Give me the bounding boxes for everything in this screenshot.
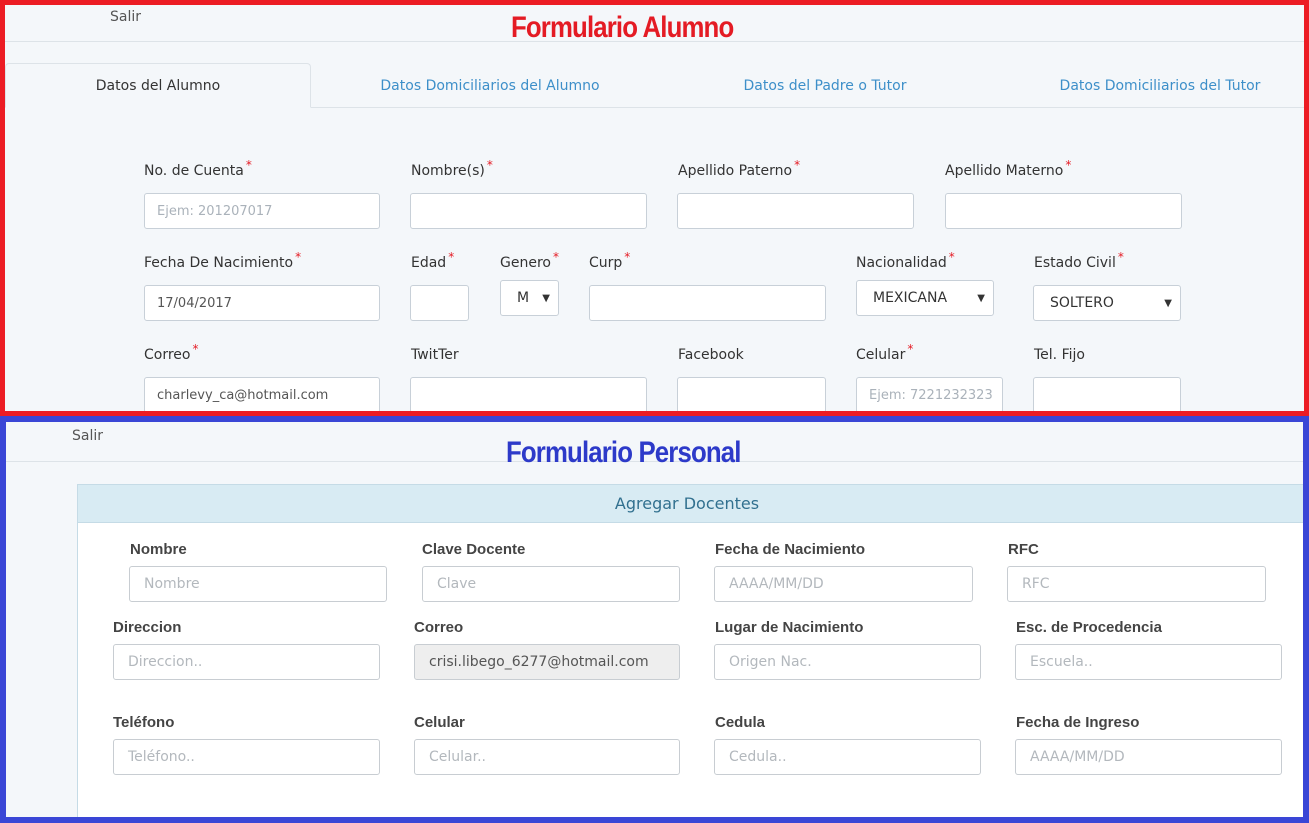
clave-label: Clave Docente [422, 541, 526, 558]
card-title: Agregar Docentes [78, 485, 1303, 523]
paterno-input[interactable] [677, 193, 914, 229]
correo-input[interactable]: crisi.libego_6277@hotmail.com [414, 644, 680, 680]
tab-domicilio-alumno[interactable]: Datos Domiciliarios del Alumno [325, 63, 655, 108]
fecha-nac-input[interactable]: AAAA/MM/DD [714, 566, 973, 602]
add-teacher-card: Agregar Docentes Nombre Nombre Clave Doc… [77, 484, 1303, 817]
alumno-form-panel: Salir Formulario Alumno Datos del Alumno… [0, 0, 1309, 416]
nombre-input[interactable] [410, 193, 647, 229]
celular-input[interactable]: Ejem: 7221232323 [856, 377, 1003, 411]
clave-input[interactable]: Clave [422, 566, 680, 602]
direccion-input[interactable]: Direccion.. [113, 644, 380, 680]
civil-select[interactable]: SOLTERO ▼ [1033, 285, 1181, 321]
ingreso-input[interactable]: AAAA/MM/DD [1015, 739, 1282, 775]
chevron-down-icon: ▼ [977, 293, 985, 304]
chevron-down-icon: ▼ [1164, 298, 1172, 309]
edad-label: Edad * [411, 250, 455, 271]
rfc-label: RFC [1008, 541, 1039, 558]
genero-label: Genero * [500, 250, 559, 271]
tab-datos-alumno[interactable]: Datos del Alumno [5, 63, 311, 108]
fijo-input[interactable] [1033, 377, 1181, 411]
tab-bar: Datos del Alumno Datos Domiciliarios del… [5, 63, 1304, 109]
personal-form-panel: Salir Formulario Personal Agregar Docent… [0, 416, 1309, 823]
cedula-label: Cedula [715, 714, 766, 731]
facebook-label: Facebook [678, 347, 744, 363]
tab-padre-tutor[interactable]: Datos del Padre o Tutor [705, 63, 945, 108]
tab-domicilio-tutor[interactable]: Datos Domiciliarios del Tutor [1035, 63, 1285, 108]
fecha-label: Fecha De Nacimiento * [144, 250, 302, 271]
twitter-label: TwitTer [411, 347, 459, 363]
cuenta-label: No. de Cuenta * [144, 158, 252, 179]
facebook-input[interactable] [677, 377, 826, 411]
panel-title: Formulario Alumno [511, 11, 734, 44]
nombre-label: Nombre [130, 541, 187, 558]
materno-input[interactable] [945, 193, 1182, 229]
celular-label: Celular * [856, 342, 914, 363]
correo-input[interactable]: charlevy_ca@hotmail.com [144, 377, 380, 411]
correo-label: Correo * [144, 342, 199, 363]
telefono-label: Teléfono [113, 714, 175, 731]
logout-link[interactable]: Salir [110, 9, 141, 25]
nacionalidad-select[interactable]: MEXICANA ▼ [856, 280, 994, 316]
fecha-nac-label: Fecha de Nacimiento [715, 541, 866, 558]
genero-select[interactable]: M ▼ [500, 280, 559, 316]
chevron-down-icon: ▼ [542, 293, 550, 304]
edad-input[interactable] [410, 285, 469, 321]
logout-link[interactable]: Salir [72, 428, 103, 444]
ingreso-label: Fecha de Ingreso [1016, 714, 1140, 731]
cuenta-input[interactable]: Ejem: 201207017 [144, 193, 380, 229]
telefono-input[interactable]: Teléfono.. [113, 739, 380, 775]
lugar-input[interactable]: Origen Nac. [714, 644, 981, 680]
rfc-input[interactable]: RFC [1007, 566, 1266, 602]
paterno-label: Apellido Paterno * [678, 158, 801, 179]
materno-label: Apellido Materno * [945, 158, 1072, 179]
nombre-input[interactable]: Nombre [129, 566, 387, 602]
civil-label: Estado Civil * [1034, 250, 1124, 271]
cedula-input[interactable]: Cedula.. [714, 739, 981, 775]
curp-label: Curp * [589, 250, 631, 271]
celular-input[interactable]: Celular.. [414, 739, 680, 775]
correo-label: Correo [414, 619, 464, 636]
fijo-label: Tel. Fijo [1034, 347, 1085, 363]
celular-label: Celular [414, 714, 465, 731]
twitter-input[interactable] [410, 377, 647, 411]
nacionalidad-label: Nacionalidad * [856, 250, 955, 271]
escuela-label: Esc. de Procedencia [1016, 619, 1162, 636]
fecha-input[interactable]: 17/04/2017 [144, 285, 380, 321]
escuela-input[interactable]: Escuela.. [1015, 644, 1282, 680]
panel-title: Formulario Personal [506, 436, 741, 469]
nombre-label: Nombre(s) * [411, 158, 493, 179]
direccion-label: Direccion [113, 619, 182, 636]
curp-input[interactable] [589, 285, 826, 321]
lugar-label: Lugar de Nacimiento [715, 619, 864, 636]
